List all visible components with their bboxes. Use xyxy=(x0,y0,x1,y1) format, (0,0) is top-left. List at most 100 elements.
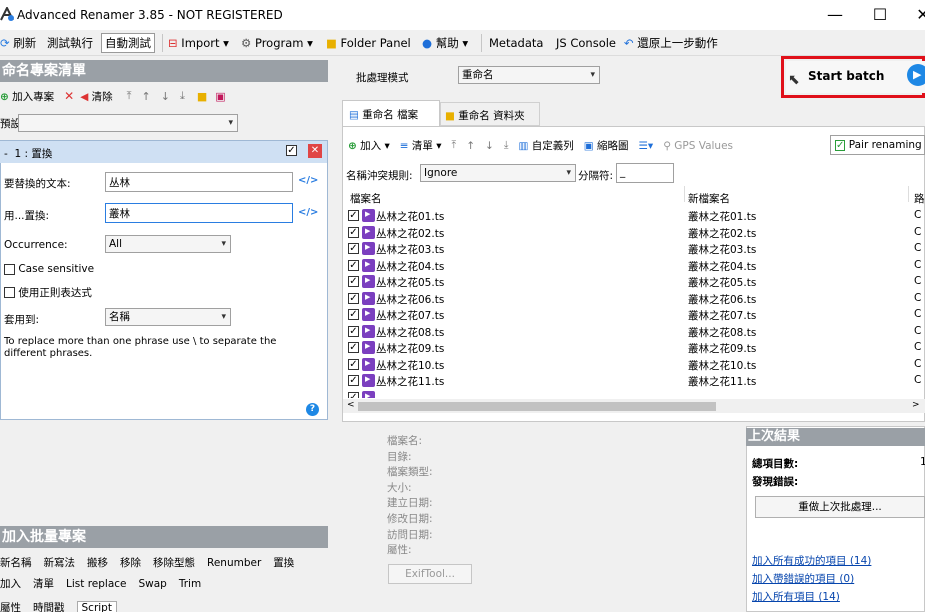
preset-select[interactable]: ▾ xyxy=(18,114,238,132)
add-successful-link[interactable]: 加入所有成功的項目 (14) xyxy=(752,553,871,568)
row-checkbox[interactable] xyxy=(348,292,359,304)
add-method-button[interactable]: ⊕ 加入專案 xyxy=(0,89,54,104)
pair-renaming-checkbox[interactable] xyxy=(835,139,846,151)
regex-option[interactable]: 使用正則表达式 xyxy=(4,285,92,300)
maximize-button[interactable]: ☐ xyxy=(865,3,895,27)
close-button[interactable]: ✕ xyxy=(908,3,925,27)
move-top-icon[interactable]: ⤒ xyxy=(127,89,132,103)
row-checkbox[interactable] xyxy=(348,309,359,320)
move-up-icon[interactable]: ↑ xyxy=(142,90,151,103)
method-attributes[interactable]: 屬性 xyxy=(0,600,21,612)
method-list[interactable]: 清單 xyxy=(33,576,54,591)
method-new-name[interactable]: 新名稱 xyxy=(0,555,32,570)
metadata-button[interactable]: Metadata xyxy=(489,33,543,53)
conflict-select[interactable]: Ignore ▾ xyxy=(420,164,576,182)
custom-columns-button[interactable]: ▥ 自定義列 xyxy=(518,138,573,153)
move-bottom-icon[interactable]: ⤓ xyxy=(180,89,185,103)
help-button[interactable]: ● 幫助 ▾ xyxy=(422,33,468,53)
method-move[interactable]: 搬移 xyxy=(87,555,108,570)
undo-button[interactable]: ↶ 還原上一步動作 xyxy=(624,33,718,53)
row-checkbox[interactable] xyxy=(348,375,359,386)
method-replace[interactable]: 置換 xyxy=(273,555,294,570)
column-new-filename[interactable]: 新檔案名 xyxy=(688,191,730,206)
column-path[interactable]: 路 xyxy=(914,191,925,206)
row-checkbox[interactable] xyxy=(348,276,359,287)
refresh-button[interactable]: ⟳ 刷新 xyxy=(0,33,36,53)
separator-input[interactable]: _ xyxy=(616,163,674,183)
view-options-icon[interactable]: ☰▾ xyxy=(639,140,654,152)
table-row[interactable]: 丛林之花04.ts 叢林之花04.ts C xyxy=(343,258,923,275)
method-timestamp[interactable]: 時間戳 xyxy=(33,600,65,612)
table-row[interactable]: 丛林之花09.ts 叢林之花09.ts C xyxy=(343,340,923,357)
row-checkbox[interactable] xyxy=(348,243,359,254)
row-checkbox[interactable] xyxy=(348,259,359,271)
regex-checkbox[interactable] xyxy=(4,287,15,298)
minimize-button[interactable]: — xyxy=(820,3,850,27)
column-filename[interactable]: 檔案名 xyxy=(350,191,382,206)
occurrence-select[interactable]: All ▾ xyxy=(105,235,231,253)
gps-values-button[interactable]: ⚲ GPS Values xyxy=(663,140,733,152)
open-folder-icon[interactable]: ■ xyxy=(197,90,207,103)
find-input[interactable]: 丛林 xyxy=(105,172,293,192)
row-checkbox[interactable] xyxy=(348,226,359,238)
method-remove-pattern[interactable]: 移除型態 xyxy=(153,555,195,570)
redo-last-batch-button[interactable]: 重做上次批處理... xyxy=(755,496,925,518)
method-trim[interactable]: Trim xyxy=(179,578,201,590)
table-row[interactable]: 丛林之花02.ts 叢林之花02.ts C xyxy=(343,225,923,242)
move-top-icon[interactable]: ⤒ xyxy=(452,139,457,152)
add-all-link[interactable]: 加入所有項目 (14) xyxy=(752,589,840,604)
move-down-icon[interactable]: ↓ xyxy=(485,140,494,152)
add-errors-link[interactable]: 加入帶錯誤的項目 (0) xyxy=(752,571,854,586)
clear-methods-button[interactable]: ◀ 清除 xyxy=(80,89,112,104)
exiftool-button[interactable]: ExifTool... xyxy=(388,564,472,584)
batch-mode-select[interactable]: 重命名 ▾ xyxy=(458,66,600,84)
thumbnails-button[interactable]: ▣ 縮略圖 xyxy=(584,138,629,153)
table-row[interactable]: 丛林之花06.ts 叢林之花06.ts C xyxy=(343,291,923,308)
move-up-icon[interactable]: ↑ xyxy=(466,140,475,152)
method-swap[interactable]: Swap xyxy=(139,578,167,590)
import-button[interactable]: ⊟ Import ▾ xyxy=(168,33,229,53)
row-checkbox[interactable] xyxy=(348,358,359,370)
apply-to-select[interactable]: 名稱 ▾ xyxy=(105,308,231,326)
list-add-button[interactable]: ⊕ 加入 ▾ xyxy=(348,138,390,153)
method-new-case[interactable]: 新寫法 xyxy=(44,555,76,570)
row-checkbox[interactable] xyxy=(348,325,359,337)
js-console-button[interactable]: JS Console xyxy=(556,33,616,53)
move-bottom-icon[interactable]: ⤓ xyxy=(504,139,509,152)
method-remove[interactable]: 移除 xyxy=(120,555,141,570)
program-button[interactable]: ⚙ Program ▾ xyxy=(241,33,313,53)
row-checkbox[interactable] xyxy=(348,210,359,221)
save-icon[interactable]: ▣ xyxy=(215,90,225,103)
folder-panel-button[interactable]: ■ Folder Panel xyxy=(326,33,411,53)
table-row[interactable]: 丛林之花03.ts 叢林之花03.ts C xyxy=(343,241,923,258)
auto-test-button[interactable]: 自動測試 xyxy=(101,33,155,53)
pair-renaming-toggle[interactable]: Pair renaming xyxy=(830,135,925,155)
table-row[interactable]: 丛林之花11.ts 叢林之花11.ts C xyxy=(343,373,923,390)
remove-method-icon[interactable]: ✕ xyxy=(308,144,322,158)
table-row[interactable]: 丛林之花07.ts 叢林之花07.ts C xyxy=(343,307,923,324)
row-checkbox[interactable] xyxy=(348,342,359,353)
table-row[interactable]: 丛林之花10.ts 叢林之花10.ts C xyxy=(343,357,923,374)
table-row[interactable]: 丛林之花01.ts 叢林之花01.ts C xyxy=(343,208,923,225)
method-add[interactable]: 加入 xyxy=(0,576,21,591)
method-script[interactable]: Script xyxy=(76,600,117,612)
scroll-left-icon[interactable]: < xyxy=(347,400,355,410)
replace-code-icon[interactable]: </> xyxy=(298,207,318,218)
help-icon[interactable]: ? xyxy=(306,403,319,416)
scrollbar-thumb[interactable] xyxy=(358,402,716,411)
method-enabled-checkbox[interactable] xyxy=(286,145,297,156)
list-clear-button[interactable]: ≡ 清單 ▾ xyxy=(400,138,442,153)
move-down-icon[interactable]: ↓ xyxy=(161,90,170,103)
replace-input[interactable]: 叢林 xyxy=(105,203,293,223)
case-sensitive-checkbox[interactable] xyxy=(4,263,15,275)
method-renumber[interactable]: Renumber xyxy=(207,557,261,569)
table-row[interactable]: 丛林之花05.ts 叢林之花05.ts C xyxy=(343,274,923,291)
table-row[interactable]: 丛林之花08.ts 叢林之花08.ts C xyxy=(343,324,923,341)
test-run-button[interactable]: 測試執行 xyxy=(47,33,93,53)
find-code-icon[interactable]: </> xyxy=(298,175,318,186)
case-sensitive-option[interactable]: Case sensitive xyxy=(4,263,94,275)
scroll-right-icon[interactable]: > xyxy=(912,400,920,410)
row-checkbox[interactable] xyxy=(348,391,359,398)
delete-icon[interactable]: ✕ xyxy=(64,89,74,103)
method-list-replace[interactable]: List replace xyxy=(66,578,127,590)
